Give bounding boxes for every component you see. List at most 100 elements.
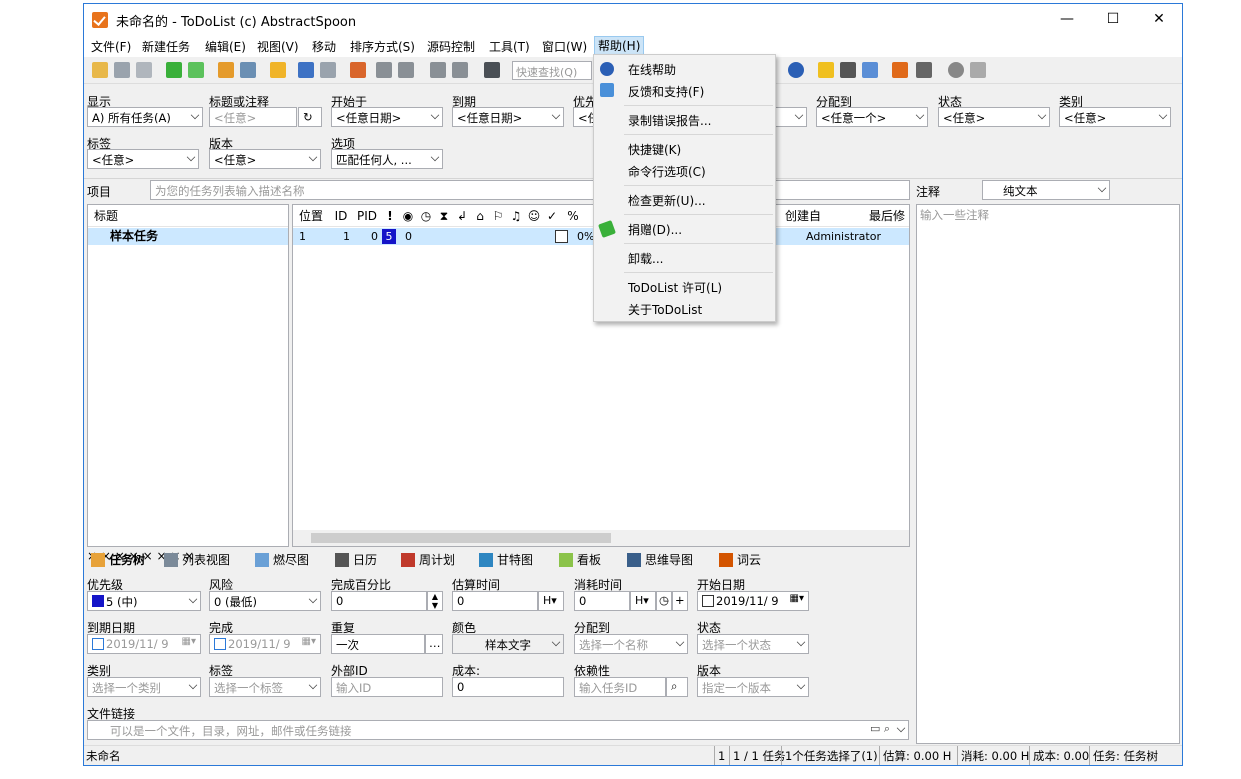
- spent-unit-combo[interactable]: H▾: [630, 591, 656, 611]
- open-icon[interactable]: [92, 62, 108, 78]
- calendar-icon[interactable]: ▦▾: [790, 593, 804, 604]
- cost-input[interactable]: 0: [452, 677, 564, 697]
- filter-due-combo[interactable]: <任意日期>: [452, 107, 564, 127]
- email-icon[interactable]: [862, 62, 878, 78]
- col-percent[interactable]: %: [565, 205, 581, 227]
- filter-status-combo[interactable]: <任意>: [938, 107, 1050, 127]
- list-hscrollbar[interactable]: [293, 530, 909, 546]
- tab-burndown[interactable]: 燃尽图: [253, 549, 309, 571]
- start-date-picker[interactable]: 2019/11/ 9 ▦▾: [697, 591, 809, 611]
- add-subtask-icon[interactable]: [188, 62, 204, 78]
- tab-kanban[interactable]: 看板: [557, 549, 601, 571]
- timer-icon[interactable]: ◷: [656, 591, 672, 611]
- col-pid[interactable]: PID: [355, 205, 379, 227]
- start-date-checkbox[interactable]: [702, 595, 714, 607]
- recurrence-input[interactable]: 一次: [331, 634, 425, 654]
- col-smiley-icon[interactable]: ☺: [527, 205, 541, 227]
- depends-input[interactable]: 输入任务ID: [574, 677, 666, 697]
- file-link-input[interactable]: 可以是一个文件，目录，网址，邮件或任务链接 ▭ ⌕: [87, 720, 909, 740]
- col-done-icon[interactable]: ✓: [545, 205, 559, 227]
- depends-search-icon[interactable]: ⌕: [666, 677, 688, 697]
- filter-options-combo[interactable]: 匹配任何人, ...: [331, 149, 443, 169]
- percent-input[interactable]: 0: [331, 591, 427, 611]
- project-name-input[interactable]: 为您的任务列表输入描述名称: [150, 180, 910, 200]
- menu-new-task[interactable]: 新建任务: [142, 38, 190, 55]
- external-id-input[interactable]: 输入ID: [331, 677, 443, 697]
- menu-item-shortcuts[interactable]: 快捷键(K): [628, 141, 681, 158]
- menu-window[interactable]: 窗口(W): [542, 38, 587, 55]
- col-risk-icon[interactable]: ◉: [401, 205, 415, 227]
- estimate-input[interactable]: 0: [452, 591, 538, 611]
- done-date-picker[interactable]: 2019/11/ 9 ▦▾: [209, 634, 321, 654]
- maximize-button[interactable]: ☐: [1090, 4, 1136, 35]
- menu-item-uninstall[interactable]: 卸载...: [628, 250, 663, 267]
- filter-show-combo[interactable]: A) 所有任务(A): [87, 107, 203, 127]
- tree-header-title[interactable]: 标题: [88, 205, 288, 227]
- list-hscroll-thumb[interactable]: [311, 533, 611, 543]
- cell-done-checkbox[interactable]: [555, 230, 568, 243]
- tab-gantt[interactable]: 甘特图: [477, 549, 533, 571]
- status-combo[interactable]: 选择一个状态: [697, 634, 809, 654]
- save-icon[interactable]: [114, 62, 130, 78]
- close-button[interactable]: ✕: [1136, 4, 1182, 35]
- col-priority[interactable]: !: [383, 205, 397, 227]
- filter-assigned-combo[interactable]: <任意一个>: [816, 107, 928, 127]
- filter-category-combo[interactable]: <任意>: [1059, 107, 1171, 127]
- print-icon[interactable]: [840, 62, 856, 78]
- filter-hidden-combo[interactable]: [774, 107, 807, 127]
- category-combo[interactable]: 选择一个类别: [87, 677, 201, 697]
- tab-task-tree[interactable]: 任务树: [89, 549, 145, 571]
- recurrence-options-button[interactable]: …: [425, 634, 443, 654]
- calendar-icon[interactable]: ▦▾: [182, 636, 196, 647]
- due-date-picker[interactable]: 2019/11/ 9 ▦▾: [87, 634, 201, 654]
- task-tree-pane[interactable]: 标题 样本任务: [87, 204, 289, 547]
- menu-item-online-help[interactable]: 在线帮助: [628, 61, 676, 78]
- col-position[interactable]: 位置: [297, 205, 325, 227]
- flag-icon[interactable]: [892, 62, 908, 78]
- tab-mind-map[interactable]: 思维导图: [625, 549, 693, 571]
- preferences-icon[interactable]: [818, 62, 834, 78]
- col-hourglass-icon[interactable]: ⧗: [437, 205, 451, 227]
- minimize-button[interactable]: —: [1044, 4, 1090, 35]
- version-combo[interactable]: 指定一个版本: [697, 677, 809, 697]
- menu-item-cmdline[interactable]: 命令行选项(C): [628, 163, 706, 180]
- col-folder-icon[interactable]: ⌂: [473, 205, 487, 227]
- estimate-unit-combo[interactable]: H▾: [538, 591, 564, 611]
- add-task-icon[interactable]: [166, 62, 182, 78]
- col-last-modified[interactable]: 最后修: [863, 205, 911, 227]
- tab-list-view[interactable]: 列表视图: [162, 549, 230, 571]
- menu-item-about[interactable]: 关于ToDoList: [628, 301, 702, 318]
- quick-find-input[interactable]: 快速查找(Q): [512, 61, 592, 80]
- menu-file[interactable]: 文件(F): [91, 38, 131, 55]
- tab-calendar[interactable]: 日历: [333, 549, 377, 571]
- menu-help[interactable]: 帮助(H): [594, 36, 645, 56]
- menu-edit[interactable]: 编辑(E): [205, 38, 246, 55]
- move-down-icon[interactable]: [398, 62, 414, 78]
- back-icon[interactable]: [430, 62, 446, 78]
- tags-combo[interactable]: 选择一个标签: [209, 677, 321, 697]
- tree-task-row[interactable]: 样本任务: [88, 228, 288, 245]
- find-icon[interactable]: [484, 62, 500, 78]
- move-up-icon[interactable]: [376, 62, 392, 78]
- reminder-icon[interactable]: [270, 62, 286, 78]
- menu-move[interactable]: 移动: [312, 38, 336, 55]
- comments-pane[interactable]: 输入一些注释: [916, 204, 1180, 744]
- col-created-by[interactable]: 创建自: [773, 205, 833, 227]
- col-flag-icon[interactable]: ⚐: [491, 205, 505, 227]
- help-icon[interactable]: [788, 62, 804, 78]
- edit-icon[interactable]: [218, 62, 234, 78]
- priority-combo[interactable]: 5 (中): [87, 591, 201, 611]
- menu-item-record-bug[interactable]: 录制错误报告...: [628, 112, 711, 129]
- filter-version-combo[interactable]: <任意>: [209, 149, 321, 169]
- expand-icon[interactable]: [350, 62, 366, 78]
- menu-item-donate[interactable]: 捐赠(D)...: [628, 221, 682, 238]
- tools-icon[interactable]: [970, 62, 986, 78]
- assigned-combo[interactable]: 选择一个名称: [574, 634, 688, 654]
- tab-week-planner[interactable]: 周计划: [399, 549, 455, 571]
- undo-icon[interactable]: [298, 62, 314, 78]
- menu-sort[interactable]: 排序方式(S): [350, 38, 415, 55]
- calendar-icon[interactable]: ▦▾: [302, 636, 316, 647]
- spent-input[interactable]: 0: [574, 591, 630, 611]
- filter-tags-combo[interactable]: <任意>: [87, 149, 199, 169]
- redo-icon[interactable]: [320, 62, 336, 78]
